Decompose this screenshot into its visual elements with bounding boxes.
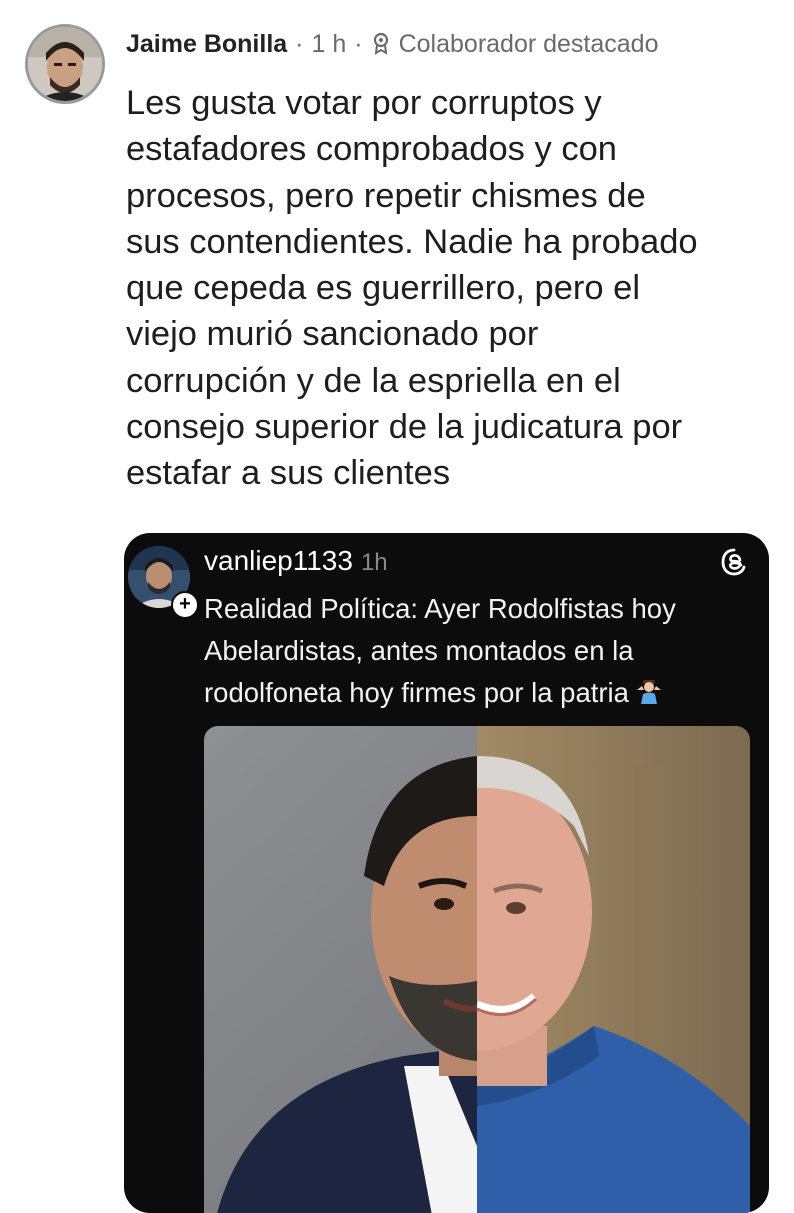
meta-separator: · <box>354 29 363 58</box>
shrug-emoji-icon <box>636 680 661 704</box>
meta-separator: · <box>295 29 304 58</box>
comment-body: Les gusta votar por corruptos y estafado… <box>126 84 698 493</box>
comment-meta: · 1 h · Colaborador destacado <box>295 30 658 59</box>
post-username[interactable]: vanliep1133 <box>204 545 353 577</box>
author-name[interactable]: Jaime Bonilla <box>126 30 287 59</box>
commenter-avatar[interactable] <box>25 24 105 104</box>
post-image[interactable] <box>204 726 750 1213</box>
embedded-post-card[interactable]: + vanliep1133 1h Realidad Política: Ayer… <box>124 533 769 1213</box>
comment-header: Jaime Bonilla · 1 h · Colaborador destac… <box>126 26 659 62</box>
post-body: Realidad Política: Ayer Rodolfistas hoy … <box>204 588 749 714</box>
split-face-photo <box>204 726 750 1213</box>
contributor-badge: Colaborador destacado <box>398 29 659 58</box>
comment-time[interactable]: 1 h <box>312 30 347 59</box>
post-text: Realidad Política: Ayer Rodolfistas hoy … <box>204 593 676 708</box>
threads-logo-icon[interactable] <box>719 547 749 577</box>
post-header: vanliep1133 1h <box>204 545 388 577</box>
commenter-photo <box>28 27 102 101</box>
post-time: 1h <box>360 549 388 576</box>
award-icon <box>373 32 388 55</box>
follow-button[interactable]: + <box>171 591 199 619</box>
